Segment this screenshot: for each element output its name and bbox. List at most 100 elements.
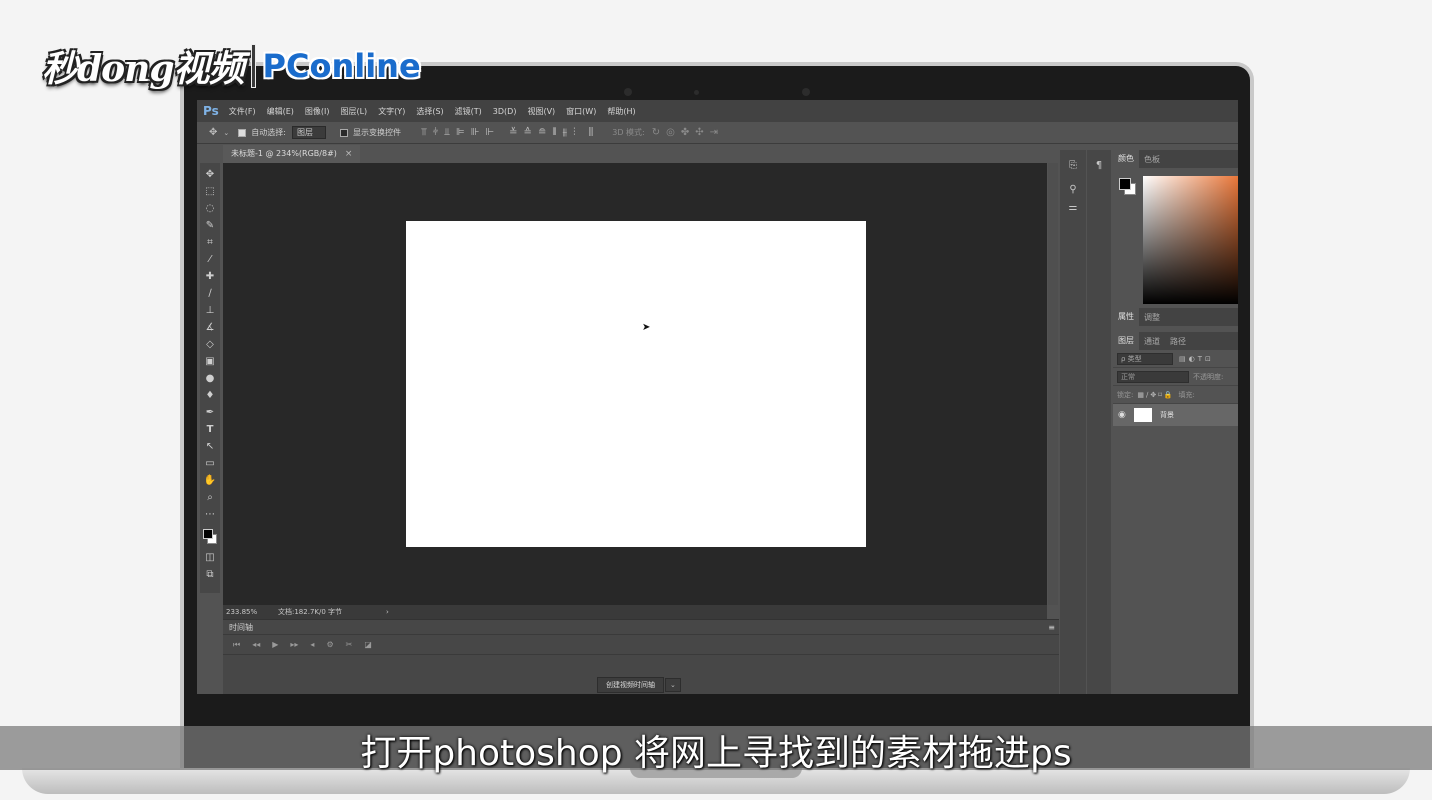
gradient-tool-icon[interactable]: ▣ (202, 353, 218, 370)
eyedropper-tool-icon[interactable]: ⁄ (202, 251, 218, 268)
scale-3d-icon[interactable]: ⇥ (710, 127, 718, 138)
brush-panel-icon[interactable]: ⚲ (1069, 184, 1076, 202)
marquee-tool-icon[interactable]: ⬚ (202, 183, 218, 200)
canvas-workspace[interactable]: ➤ (223, 163, 1047, 605)
split-scissors-icon[interactable]: ✂ (346, 640, 353, 649)
pen-tool-icon[interactable]: ✒ (202, 404, 218, 421)
opacity-label[interactable]: 不透明度: (1193, 372, 1223, 382)
menu-image[interactable]: 图像(I) (305, 106, 330, 117)
hand-tool-icon[interactable]: ✋ (202, 472, 218, 489)
paragraph-panel-icon[interactable]: ¶ (1096, 160, 1102, 178)
zoom-tool-icon[interactable]: ⌕ (202, 489, 218, 506)
layer-kind-filter[interactable]: ρ 类型 (1117, 352, 1173, 365)
align-right-icon[interactable]: ⊩ (485, 127, 494, 138)
rotate-3d-icon[interactable]: ↻ (652, 127, 660, 138)
fill-label[interactable]: 填充: (1179, 390, 1195, 400)
tab-channels[interactable]: 通道 (1139, 336, 1165, 347)
vertical-scrollbar[interactable] (1048, 163, 1058, 605)
align-left-icon[interactable]: ⊫ (456, 127, 465, 138)
document-canvas[interactable]: ➤ (406, 221, 866, 547)
auto-select-dropdown[interactable]: 图层 (291, 126, 326, 139)
tab-swatches[interactable]: 色板 (1139, 154, 1165, 165)
menu-filter[interactable]: 滤镜(T) (455, 106, 482, 117)
drag-3d-icon[interactable]: ✤ (681, 127, 689, 138)
eye-icon[interactable]: ◉ (1118, 410, 1132, 420)
align-vcenter-icon[interactable]: ⫩ (433, 127, 439, 138)
layer-row-background[interactable]: ◉ 背景 (1113, 404, 1238, 426)
distribute-hcenter-icon[interactable]: ⫵ (563, 127, 568, 138)
align-hcenter-icon[interactable]: ⊪ (471, 127, 480, 138)
auto-select-checkbox[interactable] (238, 128, 247, 137)
transition-icon[interactable]: ◪ (364, 640, 372, 649)
prev-frame-icon[interactable]: ◂◂ (252, 640, 260, 649)
tab-layers[interactable]: 图层 (1113, 332, 1139, 350)
menu-view[interactable]: 视图(V) (527, 106, 555, 117)
tab-paths[interactable]: 路径 (1165, 336, 1191, 347)
screen-mode-icon[interactable]: ⧉ (202, 566, 218, 583)
history-panel-icon[interactable]: ⎘ (1069, 160, 1077, 178)
type-tool-icon[interactable]: T (202, 421, 218, 438)
quick-select-tool-icon[interactable]: ✎ (202, 217, 218, 234)
chevron-down-icon[interactable]: ⌄ (223, 129, 229, 137)
menu-layer[interactable]: 图层(L) (340, 106, 367, 117)
blur-tool-icon[interactable]: ● (202, 370, 218, 387)
eraser-tool-icon[interactable]: ◇ (202, 336, 218, 353)
distribute-vcenter-icon[interactable]: ≙ (524, 127, 532, 138)
roll-3d-icon[interactable]: ◎ (666, 127, 675, 138)
history-brush-tool-icon[interactable]: ∡ (202, 319, 218, 336)
create-video-timeline-button[interactable]: 创建视频时间轴 (597, 677, 664, 693)
menu-edit[interactable]: 编辑(E) (267, 106, 294, 117)
panel-menu-icon[interactable]: ≡ (1048, 623, 1055, 632)
more-tools-icon[interactable]: ⋯ (202, 506, 218, 523)
close-icon[interactable]: × (345, 145, 353, 163)
menu-type[interactable]: 文字(Y) (378, 106, 405, 117)
foreground-color-swatch[interactable] (203, 529, 213, 539)
clone-stamp-tool-icon[interactable]: ⊥ (202, 302, 218, 319)
chevron-down-icon[interactable]: ⌄ (665, 678, 681, 692)
timeline-title[interactable]: 时间轴 (229, 622, 253, 633)
color-swatches[interactable] (202, 527, 218, 549)
layer-filter-icons[interactable]: ▤◐T⊡ (1179, 355, 1214, 363)
properties-panel-tabs: 属性 调整 (1113, 308, 1238, 326)
dodge-tool-icon[interactable]: ♦ (202, 387, 218, 404)
menu-help[interactable]: 帮助(H) (607, 106, 635, 117)
auto-align-icon[interactable]: ⫼ (589, 127, 594, 138)
move-tool-icon[interactable]: ✥ (202, 166, 218, 183)
document-tab[interactable]: 未标题-1 @ 234%(RGB/8#) × (223, 145, 361, 163)
show-transform-checkbox[interactable] (339, 128, 348, 137)
foreground-color-chip[interactable] (1119, 178, 1131, 190)
align-bottom-icon[interactable]: ⫫ (444, 127, 450, 138)
menu-3d[interactable]: 3D(D) (493, 107, 517, 116)
play-icon[interactable]: ▶ (272, 640, 278, 649)
path-select-tool-icon[interactable]: ↖ (202, 438, 218, 455)
slide-3d-icon[interactable]: ✣ (695, 127, 703, 138)
menu-window[interactable]: 窗口(W) (566, 106, 596, 117)
distribute-bottom-icon[interactable]: ≘ (538, 127, 546, 138)
lock-icons[interactable]: ▦∕✥⌑🔒 (1137, 391, 1174, 399)
quick-mask-icon[interactable]: ◫ (202, 549, 218, 566)
distribute-right-icon[interactable]: ⫶ (573, 127, 576, 138)
lasso-tool-icon[interactable]: ◌ (202, 200, 218, 217)
distribute-top-icon[interactable]: ≚ (509, 127, 517, 138)
next-frame-icon[interactable]: ▸▸ (290, 640, 298, 649)
audio-icon[interactable]: ◂ (310, 640, 314, 649)
color-spectrum[interactable] (1143, 176, 1238, 304)
menu-select[interactable]: 选择(S) (416, 106, 443, 117)
tab-properties[interactable]: 属性 (1113, 308, 1139, 326)
go-first-frame-icon[interactable]: ⏮ (233, 640, 240, 650)
crop-tool-icon[interactable]: ⌗ (202, 234, 218, 251)
align-top-icon[interactable]: ⫪ (421, 127, 427, 138)
tab-adjustments[interactable]: 调整 (1139, 312, 1165, 323)
tab-color[interactable]: 颜色 (1113, 150, 1139, 168)
status-menu-arrow[interactable]: › (386, 608, 389, 616)
move-tool-preset-icon[interactable]: ✥ (209, 127, 217, 138)
rectangle-tool-icon[interactable]: ▭ (202, 455, 218, 472)
settings-gear-icon[interactable]: ⚙ (326, 640, 333, 649)
brush-tool-icon[interactable]: ∕ (202, 285, 218, 302)
blend-mode-select[interactable]: 正常 (1117, 370, 1189, 383)
menu-file[interactable]: 文件(F) (229, 106, 256, 117)
adjust-panel-icon[interactable]: ⚌ (1069, 202, 1078, 220)
distribute-left-icon[interactable]: ⫴ (552, 127, 556, 138)
zoom-level[interactable]: 233.85% (226, 608, 274, 616)
healing-brush-tool-icon[interactable]: ✚ (202, 268, 218, 285)
